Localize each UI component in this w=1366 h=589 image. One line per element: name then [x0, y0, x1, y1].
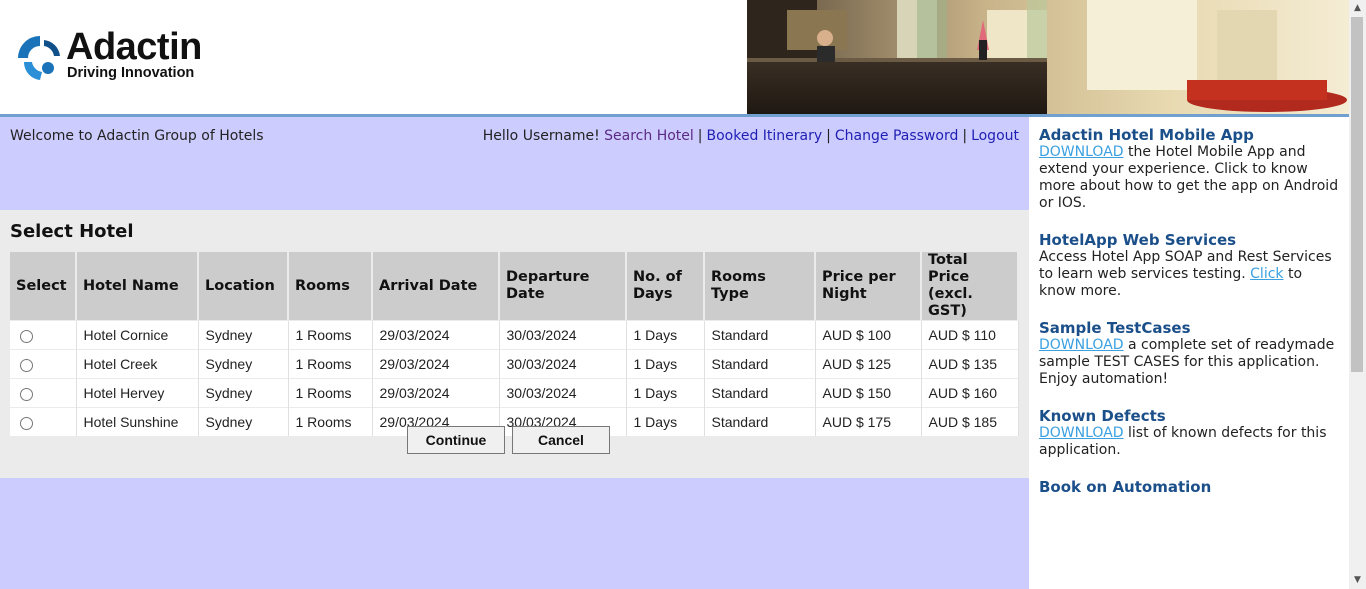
table-row: Hotel Creek Sydney 1 Rooms 29/03/2024 30… — [10, 349, 1019, 379]
greeting-text: Hello Username! — [482, 128, 600, 144]
departure-date-cell: 30/03/2024 — [499, 349, 627, 379]
departure-date-cell: 30/03/2024 — [499, 320, 627, 350]
rooms-cell: 1 Rooms — [288, 320, 373, 350]
vertical-scrollbar[interactable]: ▲ ▼ — [1349, 0, 1366, 589]
select-cell — [10, 320, 77, 350]
mobile-app-download-link[interactable]: DOWNLOAD — [1039, 144, 1124, 160]
brand-name: Adactin — [66, 26, 202, 68]
book-section: Book on Automation — [1039, 479, 1339, 496]
location-cell: Sydney — [198, 320, 289, 350]
arrival-date-cell: 29/03/2024 — [372, 378, 500, 408]
welcome-text: Welcome to Adactin Group of Hotels — [10, 128, 264, 144]
hotel-radio-button[interactable] — [20, 329, 33, 343]
rooms-cell: 1 Rooms — [288, 349, 373, 379]
rooms-type-cell: Standard — [704, 349, 816, 379]
arrival-date-cell: 29/03/2024 — [372, 349, 500, 379]
continue-button[interactable]: Continue — [407, 426, 505, 454]
known-defects-section: Known Defects DOWNLOAD list of known def… — [1039, 408, 1339, 459]
web-services-section: HotelApp Web Services Access Hotel App S… — [1039, 232, 1339, 300]
mobile-app-section: Adactin Hotel Mobile App DOWNLOAD the Ho… — [1039, 127, 1339, 212]
hotel-radio-button[interactable] — [20, 416, 33, 430]
column-header-select: Select — [10, 252, 77, 321]
rooms-cell: 1 Rooms — [288, 407, 373, 436]
hotel-name-cell: Hotel Creek — [76, 349, 199, 379]
select-cell — [10, 349, 77, 379]
days-cell: 1 Days — [626, 349, 705, 379]
rooms-type-cell: Standard — [704, 320, 816, 350]
column-header-arrival-date: Arrival Date — [372, 252, 500, 321]
location-cell: Sydney — [198, 349, 289, 379]
top-navigation: Hello Username! Search Hotel | Booked Itin… — [483, 128, 1019, 144]
price-cell: AUD $ 150 — [815, 378, 922, 408]
page-title: Select Hotel — [10, 221, 134, 242]
search-hotel-link[interactable]: Search Hotel — [604, 128, 694, 144]
rooms-cell: 1 Rooms — [288, 378, 373, 408]
test-cases-title: Sample TestCases — [1039, 319, 1191, 337]
column-header-rooms: Rooms — [288, 252, 373, 321]
table-header-row: Select Hotel Name Location Rooms Arrival… — [10, 252, 1019, 321]
nav-separator: | — [697, 128, 703, 144]
hotel-results-table: Select Hotel Name Location Rooms Arrival… — [10, 252, 1019, 436]
logout-link[interactable]: Logout — [971, 128, 1019, 144]
main-content: Welcome to Adactin Group of Hotels Hello… — [0, 117, 1029, 589]
nav-separator: | — [962, 128, 968, 144]
cancel-button[interactable]: Cancel — [512, 426, 610, 454]
days-cell: 1 Days — [626, 407, 705, 436]
scroll-up-icon[interactable]: ▲ — [1349, 0, 1366, 17]
column-header-no-of-days: No. of Days — [626, 252, 705, 321]
rooms-type-cell: Standard — [704, 407, 816, 436]
change-password-link[interactable]: Change Password — [835, 128, 958, 144]
column-header-departure-date: Departure Date — [499, 252, 627, 321]
days-cell: 1 Days — [626, 320, 705, 350]
price-cell: AUD $ 100 — [815, 320, 922, 350]
web-services-click-link[interactable]: Click — [1250, 266, 1283, 282]
booked-itinerary-link[interactable]: Booked Itinerary — [707, 128, 823, 144]
hotel-lobby-banner — [747, 0, 1349, 114]
known-defects-title: Known Defects — [1039, 407, 1166, 425]
total-price-cell: AUD $ 110 — [921, 320, 1019, 350]
rooms-type-cell: Standard — [704, 378, 816, 408]
known-defects-download-link[interactable]: DOWNLOAD — [1039, 425, 1124, 441]
total-price-cell: AUD $ 135 — [921, 349, 1019, 379]
table-row: Hotel Cornice Sydney 1 Rooms 29/03/2024 … — [10, 320, 1019, 350]
mobile-app-title: Adactin Hotel Mobile App — [1039, 126, 1254, 144]
select-hotel-panel: Select Hotel Select Hotel Name Location … — [0, 210, 1029, 478]
scrollbar-thumb[interactable] — [1351, 17, 1363, 372]
page-header: Adactin Driving Innovation — [0, 0, 1349, 114]
scroll-down-icon[interactable]: ▼ — [1349, 572, 1366, 589]
location-cell: Sydney — [198, 407, 289, 436]
web-services-title: HotelApp Web Services — [1039, 231, 1237, 249]
price-cell: AUD $ 175 — [815, 407, 922, 436]
adactin-logo-icon — [18, 36, 60, 80]
nav-separator: | — [826, 128, 831, 144]
hotel-radio-button[interactable] — [20, 358, 33, 372]
days-cell: 1 Days — [626, 378, 705, 408]
hotel-name-cell: Hotel Sunshine — [76, 407, 199, 436]
column-header-location: Location — [198, 252, 289, 321]
adactin-logo[interactable]: Adactin Driving Innovation — [14, 26, 234, 88]
brand-tagline: Driving Innovation — [67, 65, 195, 81]
departure-date-cell: 30/03/2024 — [499, 378, 627, 408]
table-row: Hotel Hervey Sydney 1 Rooms 29/03/2024 3… — [10, 378, 1019, 408]
price-cell: AUD $ 125 — [815, 349, 922, 379]
right-sidebar: Adactin Hotel Mobile App DOWNLOAD the Ho… — [1029, 117, 1349, 589]
hotel-name-cell: Hotel Cornice — [76, 320, 199, 350]
test-cases-section: Sample TestCases DOWNLOAD a complete set… — [1039, 320, 1339, 388]
column-header-price-per-night: Price per Night — [815, 252, 922, 321]
arrival-date-cell: 29/03/2024 — [372, 320, 500, 350]
location-cell: Sydney — [198, 378, 289, 408]
column-header-total-price: Total Price (excl. GST) — [921, 252, 1019, 321]
book-on-automation-title[interactable]: Book on Automation — [1039, 479, 1339, 496]
column-header-rooms-type: Rooms Type — [704, 252, 816, 321]
test-cases-download-link[interactable]: DOWNLOAD — [1039, 337, 1124, 353]
select-cell — [10, 407, 77, 436]
hotel-name-cell: Hotel Hervey — [76, 378, 199, 408]
hotel-radio-button[interactable] — [20, 387, 33, 401]
select-cell — [10, 378, 77, 408]
total-price-cell: AUD $ 185 — [921, 407, 1019, 436]
column-header-hotel-name: Hotel Name — [76, 252, 199, 321]
total-price-cell: AUD $ 160 — [921, 378, 1019, 408]
